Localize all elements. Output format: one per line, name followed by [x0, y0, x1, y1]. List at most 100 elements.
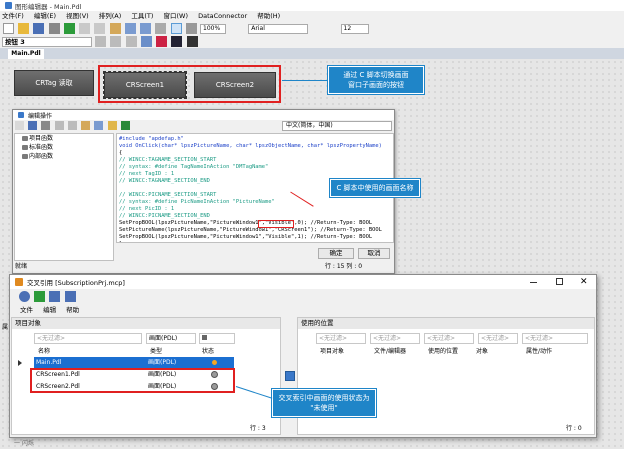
undo-icon[interactable] — [124, 23, 136, 34]
editor-undo-icon[interactable] — [94, 121, 104, 130]
editor-toolbar: 中文(简体，中国) — [14, 121, 394, 132]
table-row[interactable]: Main.Pdl 画面(PDL) — [34, 357, 234, 368]
editor-cut-icon[interactable] — [54, 121, 64, 130]
grid-icon[interactable] — [155, 23, 167, 34]
export-icon[interactable] — [49, 291, 61, 302]
font-size-box[interactable]: 12 — [340, 23, 369, 34]
menu-view[interactable]: 视图(V) — [66, 12, 89, 20]
align-left-icon[interactable] — [95, 36, 107, 47]
code-line: SetPropBOOL(lpszPictureName,"PictureWind… — [119, 220, 373, 226]
xref-toolbar — [18, 291, 118, 303]
save-icon[interactable] — [33, 23, 45, 34]
code-line: // WINCC:TAGNAME_SECTION_START — [119, 157, 217, 163]
col-type[interactable]: 类型 — [150, 347, 162, 357]
col-project-object[interactable]: 项目对象 — [320, 347, 344, 357]
usage-filter-5[interactable]: <无过滤> — [522, 333, 588, 344]
col-property-action[interactable]: 属性/动作 — [526, 347, 552, 357]
crtag-read-button[interactable]: CRTag 读取 — [14, 70, 94, 96]
editor-new-icon[interactable] — [15, 121, 24, 130]
new-icon[interactable] — [3, 23, 14, 34]
col-name[interactable]: 名称 — [38, 347, 50, 357]
select-icon[interactable] — [170, 23, 182, 34]
name-filter[interactable]: <无过滤> — [34, 333, 142, 344]
red-highlight-buttons — [98, 65, 281, 103]
status-filter[interactable] — [199, 333, 235, 344]
col-usage-location[interactable]: 使用的位置 — [428, 347, 458, 357]
object-toolbar: 按钮 3 — [2, 36, 622, 47]
xref-menu-edit[interactable]: 编辑 — [43, 306, 56, 314]
xref-app-icon — [15, 278, 23, 286]
close-icon[interactable]: ✕ — [580, 275, 588, 289]
editor-status-position: 行 : 15 列 : 0 — [325, 263, 363, 270]
callout-top-pointer — [282, 80, 328, 81]
usage-filters: <无过滤> <无过滤> <无过滤> <无过滤> <无过滤> — [300, 333, 590, 345]
layer-icon[interactable] — [140, 36, 152, 47]
editor-title-bar: 编辑操作 — [13, 110, 394, 120]
folder-icon — [22, 145, 28, 150]
align-right-icon[interactable] — [125, 36, 137, 47]
usage-filter-3[interactable]: <无过滤> — [424, 333, 474, 344]
paste-icon[interactable] — [109, 23, 121, 34]
usage-filter-4[interactable]: <无过滤> — [478, 333, 518, 344]
doc-tab-main[interactable]: Main.Pdl — [8, 49, 44, 59]
open-icon[interactable] — [18, 23, 30, 34]
refresh-icon[interactable] — [19, 291, 30, 302]
align-center-icon[interactable] — [110, 36, 122, 47]
col-object[interactable]: 对象 — [476, 347, 488, 357]
filter-icon[interactable] — [34, 291, 46, 302]
print-icon[interactable] — [48, 23, 60, 34]
font-name-box[interactable]: Arial — [248, 23, 309, 34]
tree-item-standard-functions[interactable]: 标准函数 — [15, 143, 113, 152]
redo-icon[interactable] — [140, 23, 152, 34]
help-icon[interactable] — [64, 291, 76, 302]
xref-menu-file[interactable]: 文件 — [20, 306, 33, 314]
editor-status-bar: 就绪 行 : 15 列 : 0 — [13, 262, 394, 272]
editor-copy-icon[interactable] — [67, 121, 77, 130]
zoom-box[interactable]: 100% — [200, 23, 227, 34]
tree-item-project-functions[interactable]: 项目函数 — [15, 134, 113, 143]
editor-language-box[interactable]: 中文(简体，中国) — [282, 121, 392, 131]
status-dot-icon — [212, 360, 217, 365]
pane-splitter-button[interactable] — [285, 371, 295, 381]
callout-middle: C 脚本中使用的画面名称 — [330, 179, 420, 197]
minimize-icon[interactable] — [530, 282, 537, 283]
code-line: { — [119, 150, 123, 156]
menu-dataconnector[interactable]: DataConnector — [198, 12, 247, 20]
menu-file[interactable]: 文件(F) — [2, 12, 24, 20]
editor-tag-icon[interactable] — [107, 121, 117, 130]
tree-item-internal-functions[interactable]: 内部函数 — [15, 152, 113, 161]
editor-icon — [18, 112, 24, 118]
type-filter[interactable]: 画面(PDL) — [146, 333, 196, 344]
editor-print-icon[interactable] — [41, 121, 51, 130]
editor-paste-icon[interactable] — [81, 121, 91, 130]
usage-filter-2[interactable]: <无过滤> — [370, 333, 420, 344]
xref-menu-help[interactable]: 帮助 — [66, 306, 79, 314]
text-color-icon[interactable] — [186, 36, 198, 47]
xref-title-bar: 交叉引用 [SubscriptionPrj.mcp] ✕ — [10, 275, 596, 289]
menu-window[interactable]: 窗口(W) — [164, 12, 189, 20]
cut-icon[interactable] — [79, 23, 91, 34]
line-color-icon[interactable] — [171, 36, 183, 47]
editor-cancel-button[interactable]: 取消 — [358, 248, 390, 259]
run-icon[interactable] — [63, 23, 75, 34]
code-line: // syntax: #define TagNameInAction "DMTa… — [119, 164, 269, 170]
red-highlight-rows — [30, 368, 235, 393]
color-fill-icon[interactable] — [156, 36, 168, 47]
col-file-editor[interactable]: 文件/编辑器 — [374, 347, 406, 357]
menu-tools[interactable]: 工具(T) — [131, 12, 153, 20]
object-label: 按钮 3 — [2, 36, 92, 47]
usage-filter-1[interactable]: <无过滤> — [316, 333, 366, 344]
menu-edit[interactable]: 编辑(E) — [34, 12, 56, 20]
title-bar: 图形编辑器 - Main.Pdl — [0, 0, 624, 11]
menu-help[interactable]: 帮助(H) — [257, 12, 280, 20]
editor-compile-icon[interactable] — [120, 121, 130, 130]
standard-toolbar: 100% Arial 12 — [2, 23, 622, 35]
menu-arrange[interactable]: 排列(A) — [99, 12, 122, 20]
left-status: 行 : 3 — [250, 425, 266, 432]
maximize-icon[interactable] — [556, 278, 563, 285]
copy-icon[interactable] — [94, 23, 106, 34]
editor-save-icon[interactable] — [28, 121, 38, 130]
editor-ok-button[interactable]: 确定 — [318, 248, 354, 259]
zoom-icon[interactable] — [185, 23, 197, 34]
col-status[interactable]: 状态 — [202, 347, 214, 357]
